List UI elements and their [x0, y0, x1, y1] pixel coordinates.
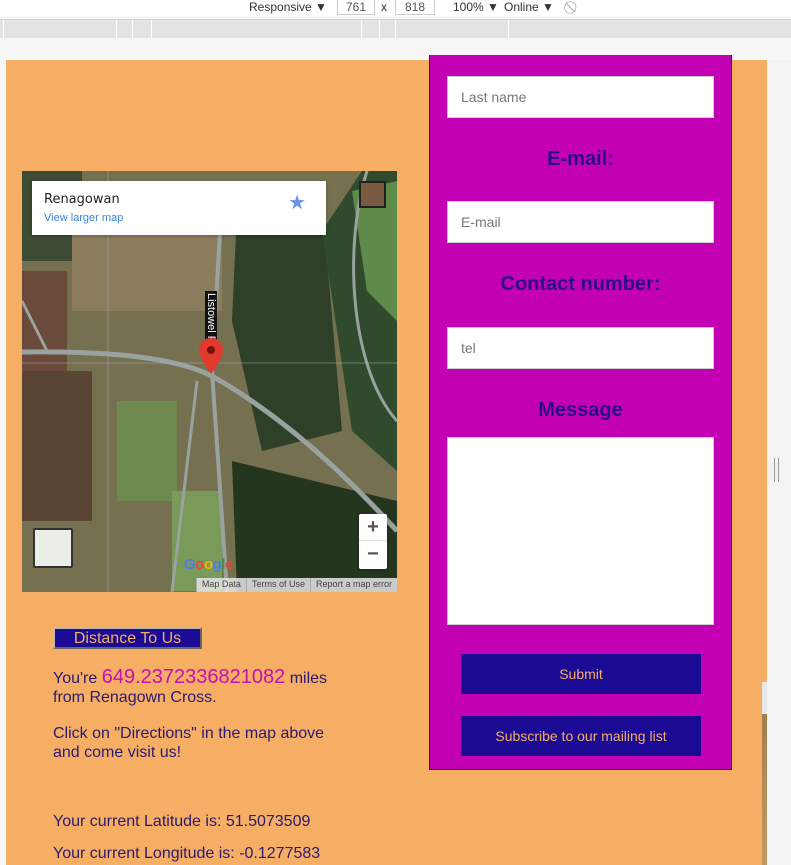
map-data-link[interactable]: Map Data	[195, 578, 246, 592]
terms-link[interactable]: Terms of Use	[245, 578, 310, 592]
latitude-text: Your current Latitude is: 51.5073509	[53, 813, 311, 830]
longitude-text: Your current Longitude is: -0.1277583	[53, 845, 321, 862]
map-attribution: Map Data Terms of Use Report a map error	[195, 578, 397, 592]
distance-to-us-button[interactable]: Distance To Us	[53, 627, 202, 649]
tel-input[interactable]: tel	[447, 327, 714, 369]
background-image-edge	[762, 682, 767, 865]
network-label: Online	[504, 0, 539, 14]
email-label: E-mail:	[547, 148, 614, 170]
embedded-map[interactable]: Listowel Rd Renagowan View larger map ★ …	[22, 171, 397, 592]
width-input[interactable]: 761	[337, 0, 375, 15]
last-name-input[interactable]: Last name	[447, 76, 714, 118]
viewport-resize-strip	[767, 60, 791, 865]
message-textarea[interactable]	[447, 437, 714, 625]
network-select[interactable]: Online ▼	[504, 0, 554, 14]
zoom-label: 100%	[453, 0, 484, 14]
map-pin-icon[interactable]	[198, 337, 224, 375]
message-label: Message	[538, 399, 623, 421]
report-error-link[interactable]: Report a map error	[309, 578, 397, 592]
map-type-toggle[interactable]	[33, 528, 73, 568]
times-sign: x	[381, 0, 387, 14]
distance-prefix: You're	[53, 670, 98, 687]
email-input[interactable]: E-mail	[447, 201, 714, 243]
distance-text: You're 649.2372336821082 miles from Rena…	[53, 666, 328, 707]
devtools-toolbar: Responsive ▼ 761 x 818 100% ▼ Online ▼ ⃠	[0, 0, 791, 16]
subscribe-button[interactable]: Subscribe to our mailing list	[461, 716, 701, 756]
directions-line-2: and come visit us!	[53, 744, 182, 761]
place-name: Renagowan	[44, 192, 120, 207]
device-select[interactable]: Responsive ▼	[249, 0, 327, 14]
distance-destination: from Renagown Cross.	[53, 689, 217, 706]
save-star-icon[interactable]: ★	[288, 190, 306, 215]
contact-number-label: Contact number:	[500, 273, 661, 295]
directions-line-1: Click on "Directions" in the map above	[53, 725, 325, 742]
distance-value: 649.2372336821082	[101, 666, 286, 688]
device-label: Responsive	[249, 0, 312, 14]
submit-button[interactable]: Submit	[461, 654, 701, 694]
google-logo: Google	[184, 556, 233, 573]
resize-handle[interactable]	[774, 458, 779, 482]
view-larger-map-link[interactable]: View larger map	[44, 212, 123, 224]
distance-unit: miles	[289, 670, 328, 687]
zoom-select[interactable]: 100% ▼	[453, 0, 499, 14]
contact-form: Last name E-mail: E-mail Contact number:…	[429, 55, 732, 770]
zoom-in-button[interactable]: +	[359, 514, 387, 541]
media-query-ruler[interactable]	[0, 19, 791, 39]
street-view-photo-thumbnail[interactable]	[359, 181, 386, 208]
zoom-out-button[interactable]: −	[359, 541, 387, 568]
zoom-control: + −	[359, 514, 387, 569]
place-info-card: Renagowan View larger map ★	[32, 181, 326, 235]
directions-text: Click on "Directions" in the map above a…	[53, 724, 324, 762]
height-input[interactable]: 818	[395, 0, 435, 15]
